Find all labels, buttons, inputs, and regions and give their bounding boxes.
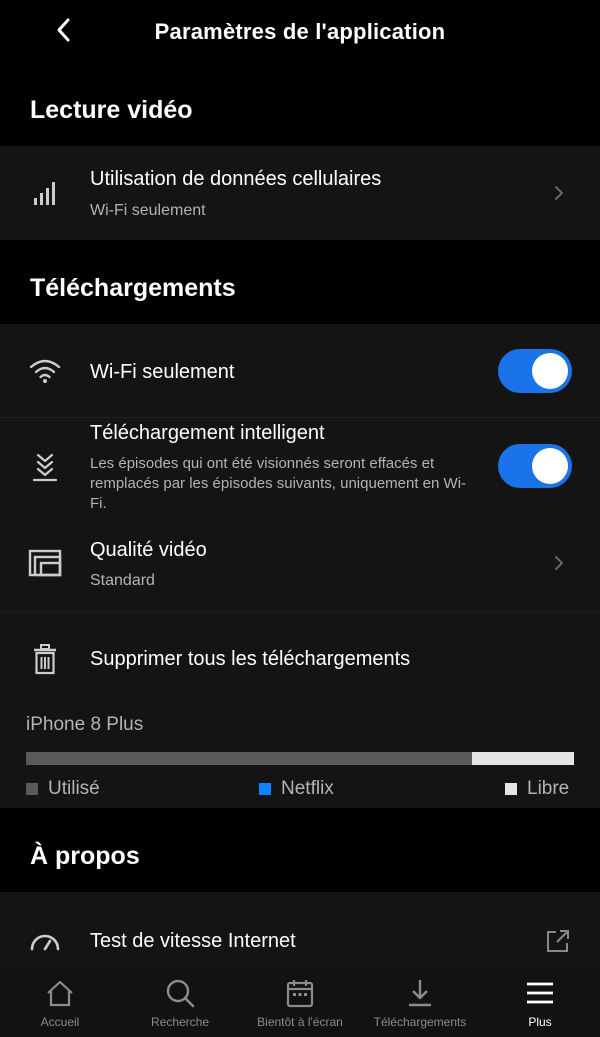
cellular-data-value: Wi-Fi seulement bbox=[90, 202, 206, 219]
signal-bars-icon bbox=[26, 174, 64, 212]
nav-home[interactable]: Accueil bbox=[0, 967, 120, 1037]
speed-test-title: Test de vitesse Internet bbox=[90, 930, 296, 952]
storage-bar bbox=[26, 752, 574, 765]
legend-free: Libre bbox=[505, 778, 569, 800]
nav-more[interactable]: Plus bbox=[480, 967, 600, 1037]
external-link-icon bbox=[545, 928, 571, 954]
video-quality-row[interactable]: Qualité vidéo Standard bbox=[0, 518, 600, 612]
search-icon bbox=[165, 977, 195, 1009]
toggle-knob bbox=[532, 353, 568, 389]
speed-test-row[interactable]: Test de vitesse Internet bbox=[0, 892, 600, 966]
legend-used: Utilisé bbox=[26, 778, 100, 800]
delete-all-title: Supprimer tous les téléchargements bbox=[90, 648, 411, 670]
legend-used-label: Utilisé bbox=[48, 778, 100, 799]
cellular-data-title: Utilisation de données cellulaires bbox=[90, 168, 382, 190]
toggle-knob bbox=[532, 448, 568, 484]
app-header: Paramètres de l'application bbox=[0, 0, 600, 64]
legend-netflix-label: Netflix bbox=[281, 778, 334, 799]
nav-coming-soon[interactable]: Bientôt à l'écran bbox=[240, 967, 360, 1037]
nav-search-label: Recherche bbox=[150, 1015, 210, 1029]
home-icon bbox=[45, 977, 75, 1009]
chevron-right-icon bbox=[551, 183, 567, 203]
nav-downloads[interactable]: Téléchargements bbox=[360, 967, 480, 1037]
storage-used-segment bbox=[26, 752, 473, 765]
calendar-icon bbox=[286, 977, 314, 1009]
legend-used-swatch bbox=[26, 783, 38, 795]
cellular-data-row[interactable]: Utilisation de données cellulaires Wi-Fi… bbox=[0, 146, 600, 240]
wifi-only-title: Wi-Fi seulement bbox=[90, 361, 235, 383]
nav-home-label: Accueil bbox=[40, 1015, 80, 1029]
video-quality-title: Qualité vidéo bbox=[90, 539, 207, 561]
speedometer-icon bbox=[26, 922, 64, 960]
video-quality-value: Standard bbox=[90, 572, 155, 589]
chevron-right-icon bbox=[551, 553, 567, 573]
download-icon bbox=[406, 977, 434, 1009]
delete-all-row[interactable]: Supprimer tous les téléchargements bbox=[0, 612, 600, 704]
nav-search[interactable]: Recherche bbox=[120, 967, 240, 1037]
trash-icon bbox=[26, 640, 64, 678]
smart-download-row: Téléchargement intelligent Les épisodes … bbox=[0, 418, 600, 518]
nav-more-label: Plus bbox=[528, 1015, 552, 1029]
legend-netflix: Netflix bbox=[259, 778, 334, 800]
legend-free-label: Libre bbox=[527, 778, 570, 799]
storage-device-label: iPhone 8 Plus bbox=[26, 714, 144, 735]
section-title-video: Lecture vidéo bbox=[30, 96, 193, 124]
chevron-left-icon bbox=[57, 18, 70, 42]
bottom-nav: Accueil Recherche Bientôt à l'écran Télé… bbox=[0, 966, 600, 1037]
wifi-only-row: Wi-Fi seulement bbox=[0, 324, 600, 418]
smart-download-title: Téléchargement intelligent bbox=[90, 422, 325, 444]
section-title-about: À propos bbox=[30, 842, 140, 870]
video-quality-icon bbox=[26, 544, 64, 582]
legend-free-swatch bbox=[505, 783, 517, 795]
menu-icon bbox=[525, 977, 555, 1009]
smart-download-icon bbox=[26, 448, 64, 486]
wifi-only-toggle[interactable] bbox=[498, 349, 572, 393]
back-button[interactable] bbox=[48, 14, 80, 46]
page-title: Paramètres de l'application bbox=[154, 19, 446, 44]
nav-downloads-label: Téléchargements bbox=[373, 1015, 467, 1029]
section-title-downloads: Téléchargements bbox=[30, 274, 236, 302]
legend-netflix-swatch bbox=[259, 783, 271, 795]
nav-coming-soon-label: Bientôt à l'écran bbox=[257, 1015, 343, 1029]
wifi-icon bbox=[26, 352, 64, 390]
smart-download-toggle[interactable] bbox=[498, 444, 572, 488]
smart-download-description: Les épisodes qui ont été visionnés seron… bbox=[90, 455, 467, 512]
